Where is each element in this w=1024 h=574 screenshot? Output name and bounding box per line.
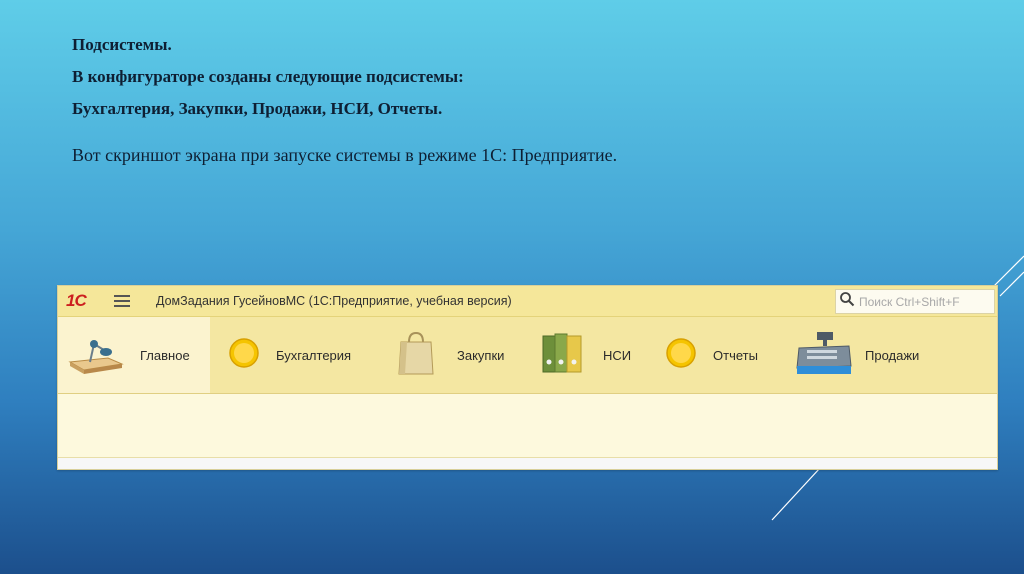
slide-caption: Вот скриншот экрана при запуске системы … <box>72 145 618 165</box>
window-title: ДомЗадания ГусейновМС (1С:Предприятие, у… <box>156 294 512 308</box>
yellow-circle-icon <box>228 337 264 374</box>
shopping-bag-icon <box>395 330 441 381</box>
section-label: Отчеты <box>713 347 758 363</box>
binders-icon <box>541 330 587 381</box>
search-field[interactable]: Поиск Ctrl+Shift+F <box>835 289 995 314</box>
status-strip <box>58 458 997 469</box>
section-label: Главное <box>140 347 190 363</box>
search-placeholder: Поиск Ctrl+Shift+F <box>859 294 960 309</box>
section-sales[interactable]: Продажи <box>795 317 965 393</box>
yellow-circle-icon <box>665 337 701 374</box>
section-reports[interactable]: Отчеты <box>665 317 795 393</box>
hamburger-menu-icon[interactable] <box>114 295 136 307</box>
section-reference-data[interactable]: НСИ <box>533 317 665 393</box>
app-window: 1С ДомЗадания ГусейновМС (1С:Предприятие… <box>57 285 998 470</box>
1c-logo[interactable]: 1С <box>66 291 102 311</box>
section-label: Продажи <box>865 347 920 363</box>
cash-register-icon <box>795 330 855 381</box>
section-label: НСИ <box>603 347 632 363</box>
slide-subheading: В конфигураторе созданы следующие подсис… <box>72 67 464 86</box>
section-label: Бухгалтерия <box>276 347 352 363</box>
title-bar: 1С ДомЗадания ГусейновМС (1С:Предприятие… <box>58 286 997 317</box>
section-main[interactable]: Главное <box>58 317 210 393</box>
search-icon <box>839 291 857 312</box>
section-purchases[interactable]: Закупки <box>375 317 533 393</box>
sections-panel: Главное Бухгалтерия Закупки НСИ Отчеты П… <box>58 317 997 394</box>
content-area <box>58 394 997 458</box>
subsystems-list: Бухгалтерия, Закупки, Продажи, НСИ, Отче… <box>72 99 443 118</box>
slide-heading: Подсистемы. <box>72 35 172 54</box>
slide-text-block: Подсистемы. В конфигураторе созданы след… <box>72 34 617 177</box>
section-accounting[interactable]: Бухгалтерия <box>210 317 375 393</box>
desk-lamp-icon <box>68 330 128 381</box>
section-label: Закупки <box>457 347 505 363</box>
